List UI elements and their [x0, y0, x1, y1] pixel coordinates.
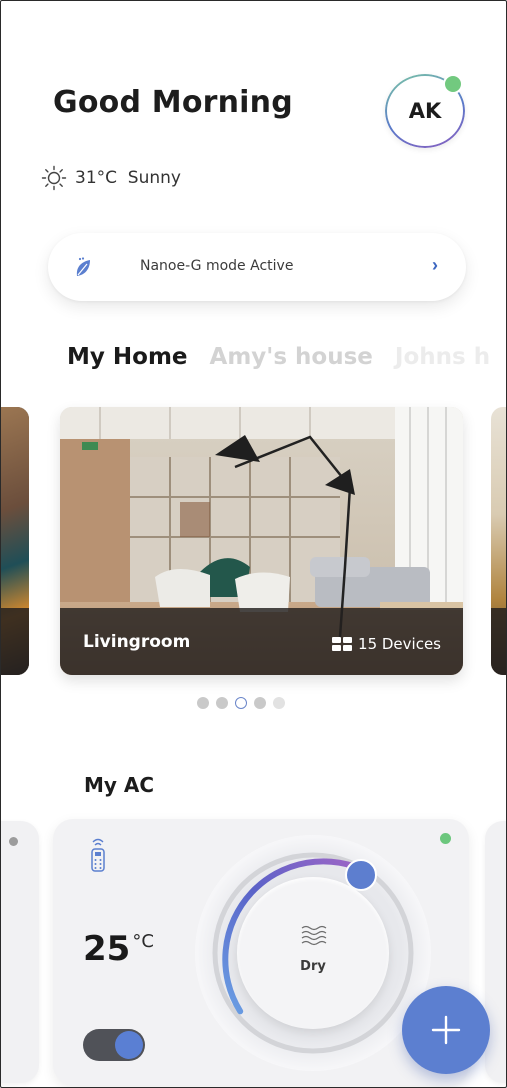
avatar[interactable]: AK: [385, 74, 465, 148]
dry-waves-icon: [301, 925, 327, 946]
power-toggle[interactable]: [83, 1029, 145, 1061]
weather-text: 31°C Sunny: [75, 168, 181, 188]
remote-icon: [91, 838, 105, 872]
my-ac-title: My AC: [84, 773, 155, 797]
room-card-livingroom[interactable]: Livingroom 15 Devices: [60, 407, 463, 675]
ac-card-previous[interactable]: [1, 821, 39, 1083]
ac-mode-label: Dry: [300, 959, 326, 974]
weather-summary: 31°C Sunny: [41, 165, 181, 191]
pagination-dot[interactable]: [273, 697, 285, 709]
home-tabs: My Home Amy's house Johns h: [67, 344, 506, 370]
pagination-dot[interactable]: [216, 697, 228, 709]
app-screen: Good Morning AK 31°C Sunny Nanoe-G mode …: [0, 0, 507, 1088]
add-device-button[interactable]: [402, 986, 490, 1074]
temperature-value: 25: [83, 929, 131, 969]
room-card-previous[interactable]: [1, 407, 29, 675]
sun-icon: [41, 165, 67, 191]
devices-count: 15 Devices: [358, 635, 441, 653]
leaf-icon: [76, 257, 90, 276]
status-dot: [9, 837, 18, 846]
plus-icon: [431, 1015, 461, 1045]
nanoe-status-banner[interactable]: Nanoe-G mode Active ›: [48, 233, 466, 301]
toggle-knob: [115, 1031, 143, 1059]
pagination-dot-active[interactable]: [235, 697, 247, 709]
tab-johns-house[interactable]: Johns h: [395, 344, 490, 370]
online-status-indicator: [443, 74, 463, 94]
ac-card-next[interactable]: [485, 821, 506, 1083]
pagination-dot[interactable]: [197, 697, 209, 709]
room-name: Livingroom: [83, 632, 191, 652]
grid-icon: [332, 637, 353, 651]
temperature-dial[interactable]: Dry: [193, 833, 433, 1073]
dial-center: [237, 877, 389, 1029]
greeting-title: Good Morning: [53, 85, 293, 120]
temperature-unit: °C: [132, 931, 154, 952]
avatar-initials: AK: [408, 99, 442, 123]
room-card-next[interactable]: [491, 407, 506, 675]
carousel-pagination: [197, 697, 285, 709]
tab-my-home[interactable]: My Home: [67, 344, 188, 370]
tab-amys-house[interactable]: Amy's house: [210, 344, 373, 370]
pagination-dot[interactable]: [254, 697, 266, 709]
chevron-right-icon: ›: [432, 255, 438, 275]
room-overlay: [1, 608, 29, 675]
banner-text: Nanoe-G mode Active: [140, 258, 294, 274]
room-overlay: [491, 608, 506, 675]
room-devices: 15 Devices: [332, 635, 441, 653]
ac-online-indicator: [440, 833, 451, 844]
ac-temperature: 25 °C: [83, 929, 154, 969]
